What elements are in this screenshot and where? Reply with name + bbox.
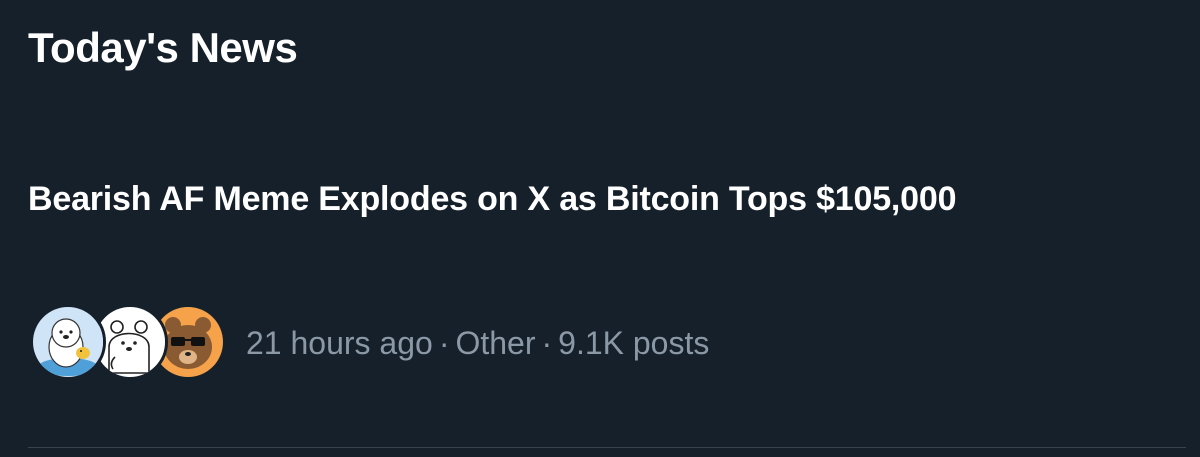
news-time: 21 hours ago xyxy=(246,324,433,361)
avatar-stack xyxy=(30,302,226,384)
news-category: Other xyxy=(455,324,536,361)
section-title: Today's News xyxy=(28,24,298,71)
meta-separator: · xyxy=(541,324,553,361)
news-headline[interactable]: Bearish AF Meme Explodes on X as Bitcoin… xyxy=(28,178,1028,220)
seal-character-avatar-icon xyxy=(30,304,106,380)
meta-separator: · xyxy=(438,324,450,361)
news-meta-text: 21 hours ago · Other · 9.1K posts xyxy=(246,325,709,362)
news-post-count: 9.1K posts xyxy=(558,324,710,361)
news-meta: 21 hours ago · Other · 9.1K posts xyxy=(30,302,709,384)
news-item[interactable]: Bearish AF Meme Explodes on X as Bitcoin… xyxy=(0,160,1200,440)
divider xyxy=(28,447,1186,448)
